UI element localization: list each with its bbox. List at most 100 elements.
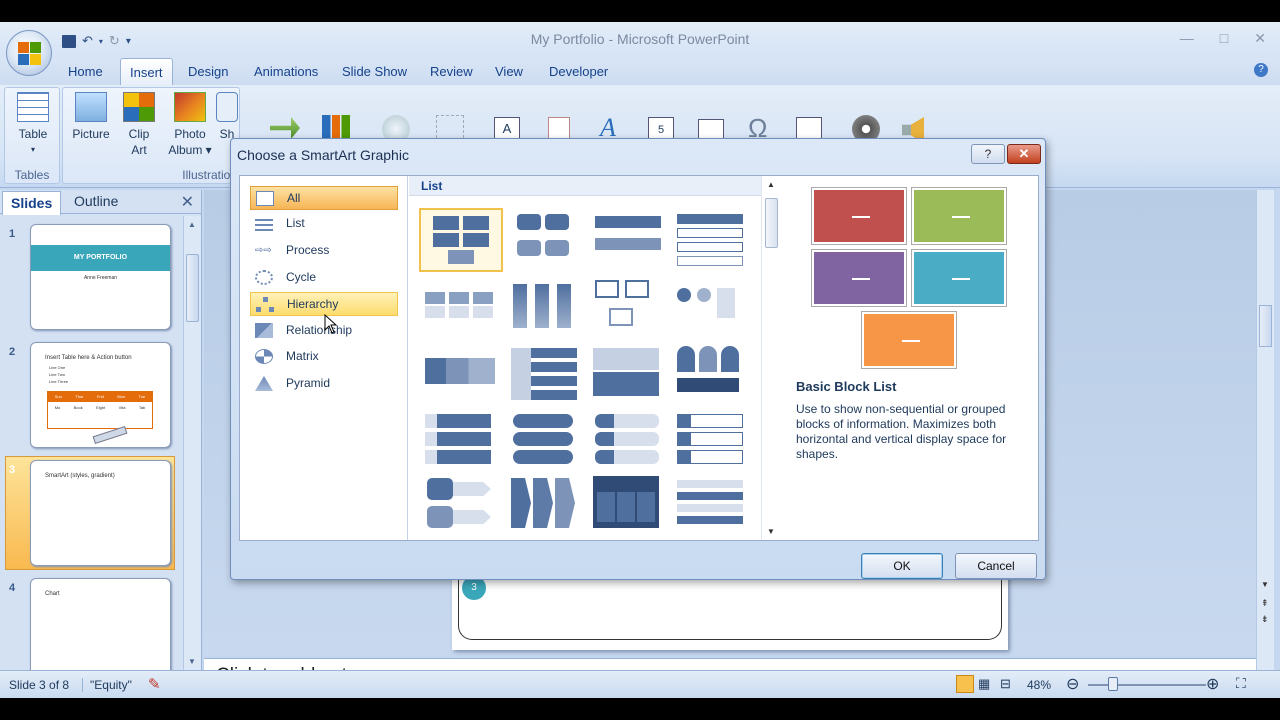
- spell-check-icon[interactable]: ✎: [148, 675, 161, 693]
- layout-gallery-item[interactable]: [503, 474, 587, 538]
- gallery-scrollbar[interactable]: ▲ ▼: [761, 176, 781, 540]
- layout-gallery-item[interactable]: [503, 208, 587, 272]
- layout-gallery-item[interactable]: [671, 342, 755, 406]
- slide-thumbnail-1[interactable]: MY PORTFOLIO Anne Freeman: [30, 224, 171, 330]
- layout-gallery-item[interactable]: [587, 276, 671, 340]
- scroll-down-icon[interactable]: ▼: [767, 527, 775, 536]
- scroll-thumb[interactable]: [765, 198, 778, 248]
- tab-insert[interactable]: Insert: [120, 58, 173, 86]
- dialog-help-button[interactable]: ?: [971, 144, 1005, 164]
- layout-gallery-item[interactable]: [671, 474, 755, 538]
- smartart-dialog: Choose a SmartArt Graphic ? ✕ All List ⇨…: [230, 138, 1046, 580]
- picture-button[interactable]: Picture: [69, 92, 113, 142]
- next-slide-icon[interactable]: ⇟: [1261, 614, 1269, 625]
- dialog-close-button[interactable]: ✕: [1007, 144, 1041, 164]
- clip-art-button[interactable]: Clip Art: [119, 92, 159, 158]
- tab-slide-show[interactable]: Slide Show: [342, 64, 407, 79]
- fit-to-window-icon[interactable]: ⛶: [1236, 675, 1246, 692]
- layout-gallery-item[interactable]: [587, 474, 671, 538]
- group-label-illustrations: Illustration: [182, 168, 237, 182]
- process-category-icon: ⇨⇨: [255, 245, 272, 256]
- table-icon: [17, 92, 49, 122]
- dialog-title: Choose a SmartArt Graphic: [237, 147, 409, 163]
- slide-number: 3: [9, 464, 16, 476]
- ok-button[interactable]: OK: [861, 553, 943, 579]
- layout-gallery-item[interactable]: [671, 408, 755, 472]
- cancel-button[interactable]: Cancel: [955, 553, 1037, 579]
- slide-thumbnail-3[interactable]: SmartArt (styles, gradient): [30, 460, 171, 566]
- photo-album-button[interactable]: Photo Album ▾: [163, 92, 217, 158]
- tab-outline[interactable]: Outline: [74, 193, 118, 209]
- layout-gallery-item[interactable]: [671, 276, 755, 340]
- close-pane-icon[interactable]: ✕: [181, 192, 194, 212]
- zoom-out-icon[interactable]: ⊖: [1066, 674, 1079, 694]
- slides-scrollbar[interactable]: ▲ ▼: [183, 216, 201, 670]
- layout-gallery-item[interactable]: [587, 342, 671, 406]
- ribbon-group-tables: Table ▾ Tables: [4, 87, 60, 184]
- scroll-thumb[interactable]: [1259, 305, 1272, 347]
- category-matrix[interactable]: Matrix: [250, 345, 398, 369]
- zoom-in-icon[interactable]: ⊕: [1206, 674, 1219, 694]
- pane-tabs: Slides Outline ✕: [0, 190, 202, 215]
- relationship-category-icon: [255, 323, 273, 338]
- layout-gallery-item[interactable]: [587, 408, 671, 472]
- minimize-button[interactable]: —: [1180, 30, 1194, 47]
- scroll-up-icon[interactable]: ▲: [767, 180, 775, 189]
- layout-gallery-item[interactable]: [671, 208, 755, 272]
- slide-sorter-icon[interactable]: ▦: [978, 676, 990, 692]
- editor-scrollbar[interactable]: ▼ ⇞ ⇟: [1256, 190, 1274, 670]
- category-hierarchy[interactable]: Hierarchy: [250, 292, 398, 316]
- layout-basic-block-list[interactable]: [419, 208, 503, 272]
- layout-gallery-item[interactable]: [503, 342, 587, 406]
- layout-gallery-item[interactable]: [419, 342, 503, 406]
- office-button[interactable]: [6, 30, 52, 76]
- table-button[interactable]: Table ▾: [15, 92, 51, 158]
- tab-design[interactable]: Design: [188, 64, 228, 79]
- slide-canvas[interactable]: 3: [452, 560, 1008, 650]
- category-list-item[interactable]: List: [250, 212, 398, 236]
- previous-slide-icon[interactable]: ⇞: [1261, 598, 1269, 609]
- category-all[interactable]: All: [250, 186, 398, 210]
- category-cycle[interactable]: Cycle: [250, 266, 398, 290]
- tab-slides[interactable]: Slides: [2, 191, 62, 215]
- zoom-level[interactable]: 48%: [1027, 678, 1051, 692]
- layout-gallery-item[interactable]: [503, 408, 587, 472]
- maximize-button[interactable]: □: [1220, 30, 1228, 47]
- scroll-thumb[interactable]: [186, 254, 199, 322]
- slide-title-banner: MY PORTFOLIO: [31, 245, 170, 271]
- scroll-down-icon[interactable]: ▼: [1261, 580, 1269, 589]
- help-icon[interactable]: ?: [1254, 63, 1268, 77]
- zoom-slider-knob[interactable]: [1108, 677, 1118, 691]
- slide-show-icon[interactable]: ⊟: [1000, 676, 1011, 692]
- normal-view-icon[interactable]: [956, 675, 974, 693]
- tab-review[interactable]: Review: [430, 64, 473, 79]
- shapes-button[interactable]: Sh: [215, 92, 239, 142]
- category-process[interactable]: ⇨⇨ Process: [250, 239, 398, 263]
- tab-developer[interactable]: Developer: [549, 64, 608, 79]
- slide-thumbnail-4[interactable]: Chart: [30, 578, 171, 670]
- scroll-up-icon[interactable]: ▲: [188, 220, 196, 229]
- layout-gallery-item[interactable]: [503, 276, 587, 340]
- tab-home[interactable]: Home: [68, 64, 103, 79]
- window-controls: — □ ✕: [1180, 30, 1266, 47]
- tab-animations[interactable]: Animations: [254, 64, 318, 79]
- scroll-down-icon[interactable]: ▼: [188, 657, 196, 666]
- layout-gallery-item[interactable]: [419, 276, 503, 340]
- ribbon-tabs: Home Insert Design Animations Slide Show…: [0, 58, 1280, 86]
- close-window-button[interactable]: ✕: [1254, 30, 1266, 47]
- category-pyramid[interactable]: Pyramid: [250, 372, 398, 396]
- layout-gallery-item[interactable]: [419, 474, 503, 538]
- smartart-icon[interactable]: [270, 117, 300, 139]
- preview-block: [812, 188, 906, 244]
- layout-gallery-item[interactable]: [587, 208, 671, 272]
- tab-view[interactable]: View: [495, 64, 523, 79]
- layout-gallery-item[interactable]: [419, 408, 503, 472]
- slide-bullet: Line Three: [49, 379, 69, 384]
- zoom-slider-track[interactable]: [1088, 684, 1206, 686]
- mouse-pointer-icon: [324, 314, 338, 334]
- layout-description: Use to show non-sequential or grouped bl…: [796, 402, 1007, 461]
- slide-thumbnail-2[interactable]: Insert Table here & Action button Line O…: [30, 342, 171, 448]
- clip-art-icon: [123, 92, 155, 122]
- window-title: My Portfolio - Microsoft PowerPoint: [530, 31, 750, 47]
- slide-bullet: Line Two: [49, 372, 65, 377]
